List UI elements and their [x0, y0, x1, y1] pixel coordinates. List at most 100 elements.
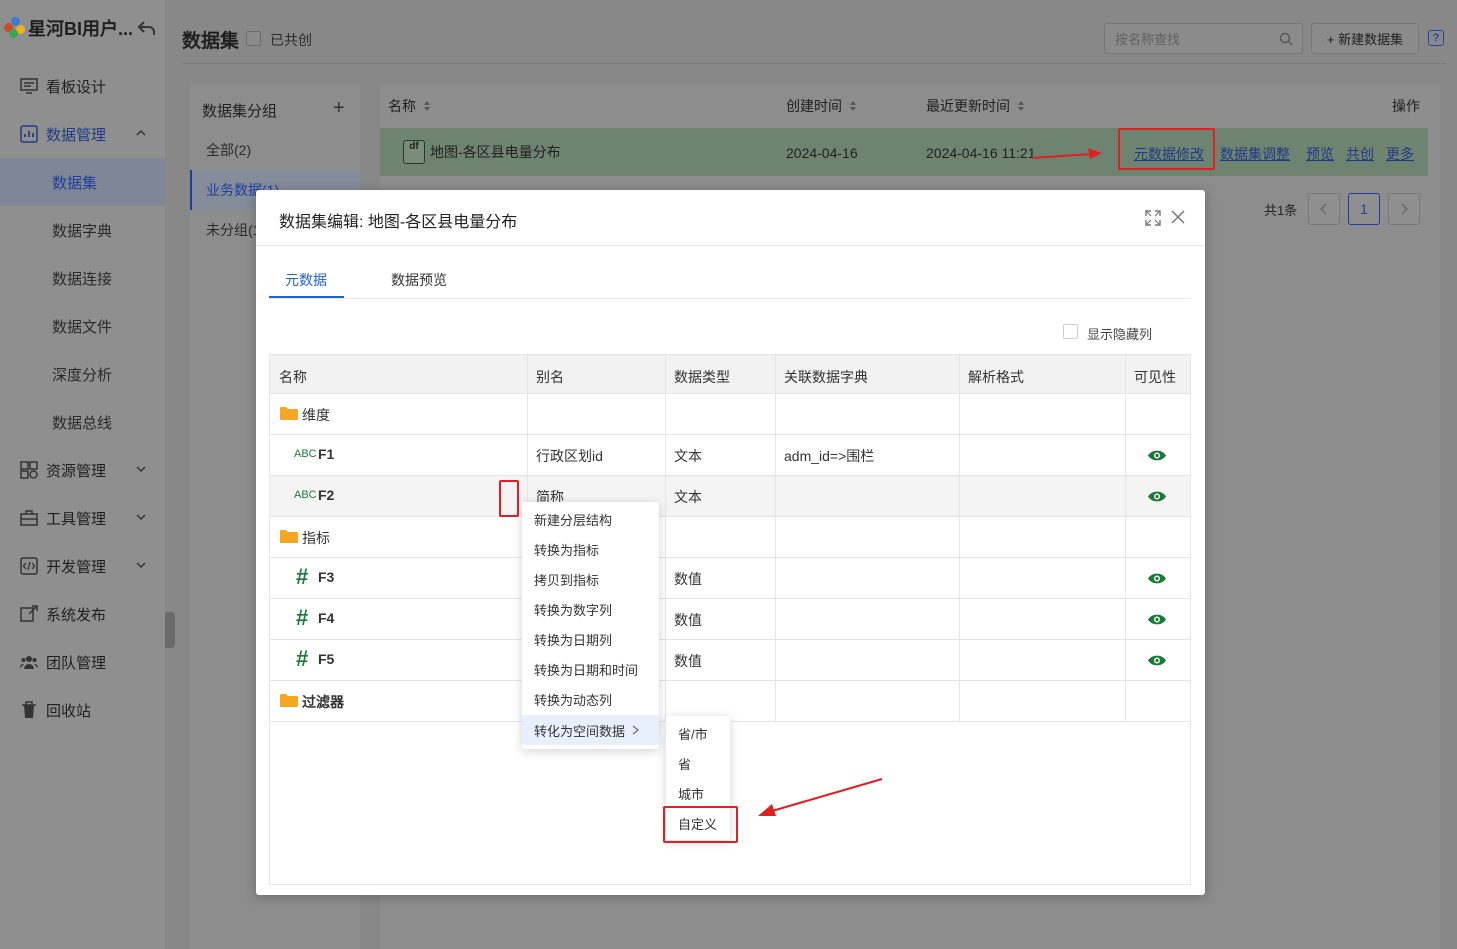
sidebar-item-data-management[interactable]: 数据管理	[0, 110, 165, 158]
toolbox-icon	[20, 509, 38, 527]
fullscreen-icon[interactable]	[1145, 210, 1161, 226]
menu-item-label: 转化为空间数据	[534, 723, 626, 739]
grid-header-format: 解析格式	[968, 369, 1024, 385]
field-name: 指标	[302, 530, 330, 546]
text-type-icon: ABC	[294, 448, 317, 460]
eye-icon[interactable]	[1147, 654, 1167, 667]
sort-icon	[424, 101, 430, 111]
menu-item-convert-to-spatial[interactable]: 转化为空间数据	[522, 715, 659, 745]
preview-link[interactable]: 预览	[1306, 144, 1334, 164]
table-row[interactable]: # F3 数值	[270, 558, 1190, 599]
new-dataset-button[interactable]: + 新建数据集	[1311, 23, 1419, 54]
dataset-adjust-link[interactable]: 数据集调整	[1220, 144, 1290, 164]
sidebar-item-label: 工具管理	[46, 510, 107, 528]
menu-item-new-hierarchy[interactable]: 新建分层结构	[522, 504, 659, 534]
table-row[interactable]: ABC F1 行政区划id 文本 adm_id=>围栏	[270, 435, 1190, 476]
chevron-down-icon	[136, 514, 146, 521]
sidebar-item-recycle-bin[interactable]: 回收站	[0, 686, 165, 734]
sidebar-item-deep-analysis[interactable]: 深度分析	[0, 350, 165, 398]
eye-icon[interactable]	[1147, 613, 1167, 626]
menu-item-convert-to-datetime[interactable]: 转换为日期和时间	[522, 654, 659, 684]
sidebar-item-dataset[interactable]: 数据集	[0, 158, 165, 206]
search-input[interactable]	[1115, 30, 1275, 48]
field-type[interactable]: 文本	[674, 487, 702, 507]
back-icon[interactable]	[137, 18, 157, 38]
row-created-time: 2024-04-16	[786, 145, 858, 161]
number-type-icon: #	[296, 564, 309, 589]
sidebar-item-data-bus[interactable]: 数据总线	[0, 398, 165, 446]
eye-icon[interactable]	[1147, 449, 1167, 462]
co-create-link[interactable]: 共创	[1346, 144, 1374, 164]
sidebar-item-system-publish[interactable]: 系统发布	[0, 590, 165, 638]
chevron-left-icon	[1320, 203, 1327, 215]
sidebar-item-team-management[interactable]: 团队管理	[0, 638, 165, 686]
tab-metadata[interactable]: 元数据	[285, 270, 327, 290]
field-type[interactable]: 数值	[674, 610, 702, 630]
field-dictionary[interactable]: adm_id=>围栏	[784, 446, 874, 466]
table-row[interactable]: ABC F2 简称 文本	[270, 476, 1190, 517]
column-divider	[665, 355, 666, 721]
group-panel-title: 数据集分组	[202, 103, 278, 120]
menu-item-convert-to-dynamic[interactable]: 转换为动态列	[522, 684, 659, 714]
sidebar-nav: 看板设计 数据管理 数据集 数据字典 数据连接 数据文件 深度分析 数据总线 资…	[0, 62, 165, 734]
sidebar-item-data-connection[interactable]: 数据连接	[0, 254, 165, 302]
chevron-down-icon	[136, 562, 146, 569]
grid-header-type: 数据类型	[674, 369, 730, 385]
menu-item-convert-to-measure[interactable]: 转换为指标	[522, 534, 659, 564]
table-row[interactable]: 过滤器	[270, 681, 1190, 722]
table-row[interactable]: 维度	[270, 394, 1190, 435]
group-item-all[interactable]: 全部(2)	[190, 130, 360, 170]
menu-item-convert-to-date[interactable]: 转换为日期列	[522, 624, 659, 654]
header-divider	[182, 63, 1447, 64]
field-type[interactable]: 数值	[674, 651, 702, 671]
show-hidden-columns-checkbox[interactable]	[1063, 324, 1078, 339]
close-icon[interactable]	[1170, 209, 1186, 225]
field-type[interactable]: 文本	[674, 446, 702, 466]
column-header-name[interactable]: 名称	[388, 96, 431, 116]
column-header-created[interactable]: 创建时间	[786, 96, 857, 116]
sidebar-item-dashboard[interactable]: 看板设计	[0, 62, 165, 110]
sidebar-collapse-handle[interactable]	[165, 612, 175, 648]
pager-prev-button[interactable]	[1308, 193, 1340, 225]
highlight-box	[663, 806, 738, 843]
sidebar-item-dev-management[interactable]: 开发管理	[0, 542, 165, 590]
pager-page-button[interactable]: 1	[1348, 193, 1380, 225]
table-row[interactable]: 指标	[270, 517, 1190, 558]
tab-data-preview[interactable]: 数据预览	[391, 270, 447, 290]
add-group-icon[interactable]: +	[333, 98, 345, 118]
dialog-title: 数据集编辑: 地图-各区县电量分布	[279, 214, 518, 231]
sidebar-item-tool-management[interactable]: 工具管理	[0, 494, 165, 542]
show-hidden-columns-label: 显示隐藏列	[1087, 327, 1153, 342]
field-name: F5	[318, 651, 335, 667]
field-context-menu: 新建分层结构 转换为指标 拷贝到指标 转换为数字列 转换为日期列 转换为日期和时…	[522, 502, 659, 749]
eye-icon[interactable]	[1147, 490, 1167, 503]
submenu-item-province-city[interactable]: 省/市	[666, 718, 730, 748]
row-dataset-name[interactable]: 地图-各区县电量分布	[430, 142, 561, 162]
sidebar-item-data-dictionary[interactable]: 数据字典	[0, 206, 165, 254]
sidebar-item-resource-management[interactable]: 资源管理	[0, 446, 165, 494]
shared-checkbox[interactable]	[246, 31, 261, 46]
field-alias[interactable]: 行政区划id	[536, 446, 603, 466]
menu-item-convert-to-number[interactable]: 转换为数字列	[522, 594, 659, 624]
sidebar-item-data-file[interactable]: 数据文件	[0, 302, 165, 350]
annotation-arrow-icon	[758, 778, 883, 816]
trash-icon	[20, 701, 38, 719]
chevron-right-icon	[1401, 203, 1408, 215]
menu-item-copy-to-measure[interactable]: 拷贝到指标	[522, 564, 659, 594]
grid-header: 名称 别名 数据类型 关联数据字典 解析格式 可见性	[270, 355, 1190, 394]
tab-bar-divider	[269, 298, 1191, 299]
submenu-item-city[interactable]: 城市	[666, 778, 730, 808]
more-link[interactable]: 更多	[1386, 144, 1414, 164]
help-icon[interactable]: ?	[1428, 30, 1444, 46]
submenu-item-province[interactable]: 省	[666, 748, 730, 778]
grid-header-visibility: 可见性	[1134, 369, 1176, 385]
eye-icon[interactable]	[1147, 572, 1167, 585]
pager-next-button[interactable]	[1388, 193, 1420, 225]
table-row[interactable]: # F5 数值	[270, 640, 1190, 681]
table-row[interactable]: # F4 数值	[270, 599, 1190, 640]
code-icon	[20, 557, 38, 575]
resource-icon	[20, 461, 38, 479]
column-header-updated[interactable]: 最近更新时间	[926, 96, 1025, 116]
field-type[interactable]: 数值	[674, 569, 702, 589]
search-icon[interactable]	[1279, 32, 1293, 46]
